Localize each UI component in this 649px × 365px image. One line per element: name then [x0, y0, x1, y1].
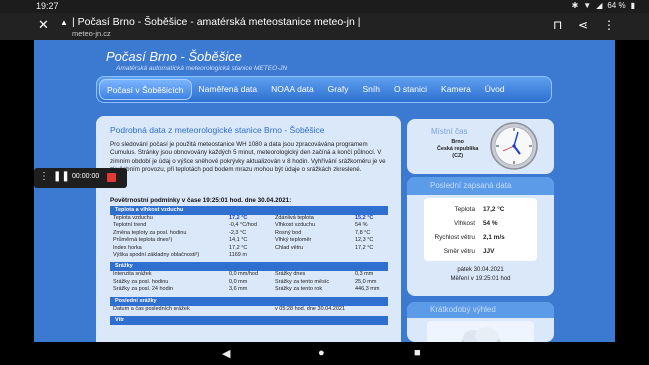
table-row: Teplotní trend -0,4 °C/hod Vlhkost vzduchu… [113, 222, 368, 229]
section-header: Vítr [110, 315, 388, 325]
main-content: Podrobná data z meteorologické stanice B… [96, 116, 401, 342]
cloud-icon [461, 327, 501, 342]
section-header: Teplota a vlhkost vzduchu [110, 206, 388, 215]
nav-item-snow[interactable]: Sníh [355, 79, 387, 100]
site-title: Počasí Brno - Šoběšice [106, 49, 242, 64]
page-url: meteo-jn.cz [72, 29, 111, 38]
signal-icon: ◢ [596, 1, 603, 10]
content-heading: Podrobná data z meteorologické stanice B… [110, 125, 325, 135]
recording-timer: 00:00:00 [72, 173, 100, 180]
nav-item-measured-data[interactable]: Naměřená data [192, 79, 265, 100]
browser-toolbar: ✕ ▲ | Počasí Brno - Šoběšice - amatérská… [0, 13, 649, 40]
screen: 19:27 ✱ ▼ ◢ 64 % ▮ ✕ ▲ | Počasí Brno - Š… [0, 0, 649, 365]
conditions-title: Povětrnostní podmínky v čase 19:25:01 ho… [110, 197, 292, 204]
table-row: Teplota vzduchu 17,2 °C Zdánlivá teplota 15… [113, 215, 374, 221]
forecast-image [427, 321, 534, 342]
section-header: Poslední srážky [110, 296, 388, 306]
battery-level: 64 % [607, 1, 626, 10]
bluetooth-icon: ✱ [571, 1, 579, 10]
drag-handle-icon[interactable]: ⋮ [39, 171, 49, 182]
clock-panel: Místní čas Brno Česká republika (CZ) [407, 119, 554, 174]
table-row: Průměrná teplota dnes¹) 14,1 °C Vlhký tepl… [113, 237, 374, 244]
analog-clock-icon [490, 122, 538, 170]
status-bar: 19:27 ✱ ▼ ◢ 64 % ▮ [0, 0, 649, 13]
close-icon[interactable]: ✕ [38, 17, 49, 33]
weather-row: Vlhkost 54 % [454, 220, 498, 227]
recents-icon[interactable]: ■ [414, 347, 421, 359]
weather-panel-header: Poslední zapsaná data [407, 177, 554, 195]
weather-date: pátek 30.04.2021 [457, 267, 504, 273]
nav-item-charts[interactable]: Grafy [321, 79, 356, 100]
screen-recorder-overlay: ⋮ ❚❚ 00:00:00 [34, 168, 127, 188]
weather-row: Rychlost větru 2,1 m/s [434, 234, 505, 241]
intro-text: Pro sledování počasí je použitá meteosta… [110, 141, 386, 174]
stop-icon[interactable] [107, 173, 116, 182]
site-subtitle: Amatérská automatická meteorologická sta… [116, 65, 288, 72]
back-icon[interactable]: ◀ [222, 347, 230, 360]
nav-item-home[interactable]: Úvod [478, 79, 512, 100]
temperature-table: Teplota a vlhkost vzduchu Teplota vzduch… [110, 206, 388, 325]
more-menu-icon[interactable]: ⋮ [603, 18, 615, 32]
table-row: Srážky za posl. 24 hodin 3,6 mm Srážky za … [113, 286, 380, 293]
forecast-panel: Krátkodobý výhled [407, 302, 554, 342]
weather-row: Směr větru JJV [443, 248, 495, 255]
status-time: 19:27 [36, 1, 59, 11]
weather-measured: Měření v 19:25:01 hod [450, 276, 511, 282]
location: Brno Česká republika (CZ) [437, 139, 479, 159]
nav-item-about[interactable]: O stanici [387, 79, 434, 100]
table-row: Výška spodní základny oblačnosti²) 1169 m [113, 251, 247, 258]
local-time-label: Místní čas [431, 127, 468, 136]
section-header: Srážky [110, 262, 388, 272]
wifi-icon: ▼ [583, 1, 592, 10]
page-title: | Počasí Brno - Šoběšice - amatérská met… [72, 16, 361, 28]
weather-box: Teplota 17,2 °C Vlhkost 54 % Rychlost větr… [424, 198, 537, 261]
share-icon[interactable]: ⋖ [578, 18, 588, 32]
weather-row: Teplota 17,2 °C [454, 206, 505, 213]
weather-panel: Poslední zapsaná data Teplota 17,2 °C Vlh… [407, 177, 554, 296]
nav-item-noaa[interactable]: NOAA data [264, 79, 321, 100]
web-page: Počasí Brno - Šoběšice Amatérská automat… [34, 40, 615, 342]
warning-icon[interactable]: ▲ [60, 18, 68, 27]
table-row: Datum a čas posledních srážek v 05:28 hod… [113, 305, 346, 312]
pause-icon[interactable]: ❚❚ [53, 171, 70, 182]
table-row: Index horka 17,2 °C Chlad větru 17,2 °C [113, 244, 374, 251]
home-icon[interactable]: ● [318, 347, 325, 359]
battery-icon: ▮ [630, 1, 635, 10]
table-row: Srážky za posl. hodinu 0,0 mm Srážky za te… [113, 278, 377, 285]
table-row: Intenzita srážek 0,0 mm/hod Srážky dnes 0,3… [113, 271, 374, 278]
status-icons: ✱ ▼ ◢ 64 % ▮ [572, 1, 635, 10]
bookmark-icon[interactable]: ⊓ [553, 18, 562, 32]
main-nav: Počasí v Šoběšicích Naměřená data NOAA d… [96, 76, 552, 103]
forecast-panel-header: Krátkodobý výhled [407, 302, 554, 318]
nav-item-camera[interactable]: Kamera [434, 79, 478, 100]
nav-item-weather[interactable]: Počasí v Šoběšicích [99, 79, 192, 100]
android-nav-bar: ◀ ● ■ [0, 342, 649, 365]
